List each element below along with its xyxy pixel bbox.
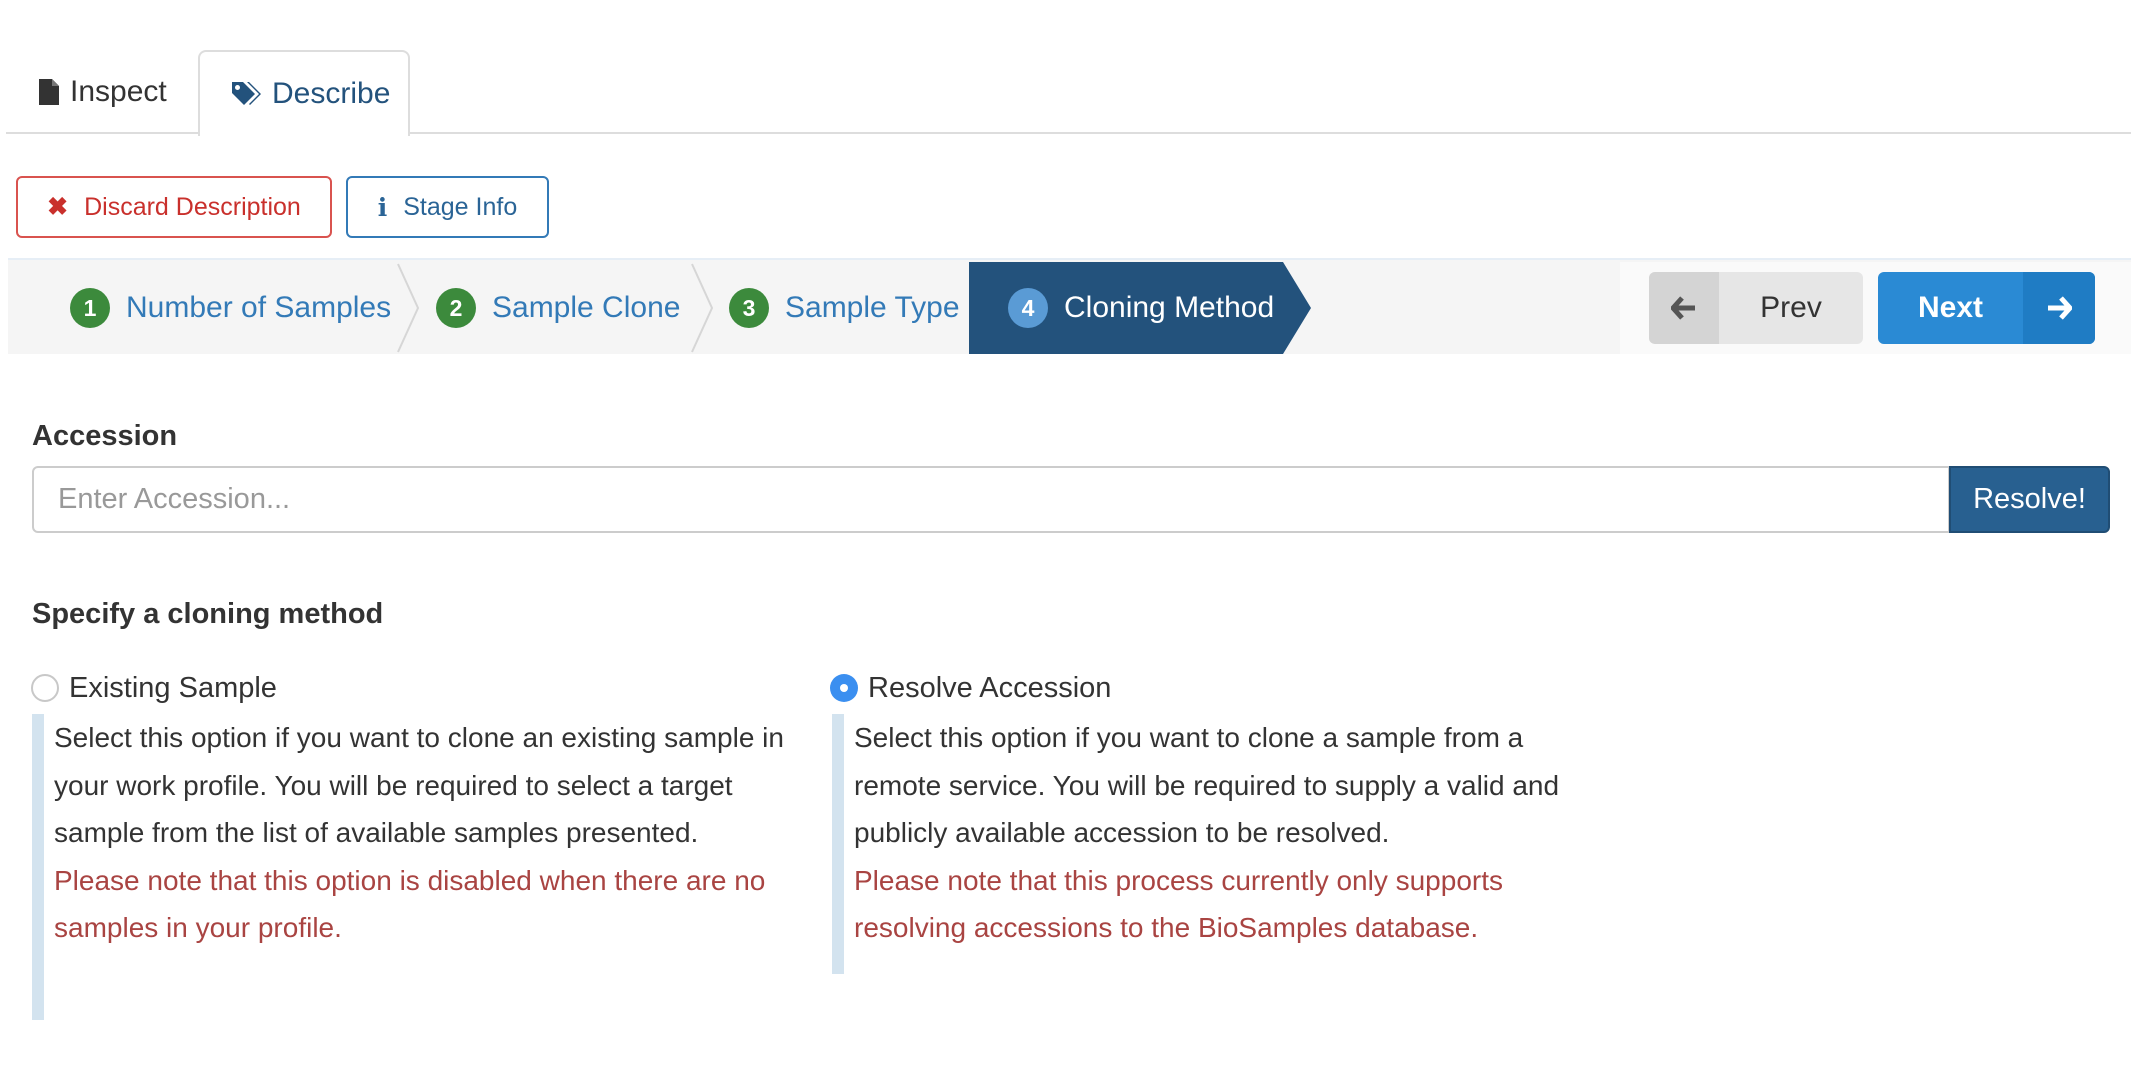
tab-inspect-label: Inspect <box>70 75 167 108</box>
description-text: Select this option if you want to clone … <box>854 722 1560 848</box>
tab-describe[interactable]: Describe <box>198 50 410 136</box>
description-text: Select this option if you want to clone … <box>54 722 784 848</box>
tags-icon <box>232 82 261 105</box>
tab-describe-label: Describe <box>272 77 391 110</box>
step-number-badge: 1 <box>70 288 110 328</box>
option-resolve-accession-description: Select this option if you want to clone … <box>832 714 1592 974</box>
discard-label: Discard Description <box>84 192 301 221</box>
accession-label: Accession <box>32 420 178 452</box>
radio-existing-sample[interactable] <box>31 674 59 702</box>
arrow-left-icon <box>1649 272 1719 344</box>
step-separator-icon <box>691 263 714 353</box>
warning-text: Please note that this option is disabled… <box>54 864 766 944</box>
arrow-right-icon <box>2023 272 2095 344</box>
step-label: Number of Samples <box>126 291 392 324</box>
accession-input[interactable] <box>32 466 1950 533</box>
prev-label: Prev <box>1760 291 1822 324</box>
warning-text: Please note that this process currently … <box>854 864 1504 944</box>
step-separator-icon <box>397 263 420 353</box>
stage-info-button[interactable]: i Stage Info <box>346 176 549 238</box>
wizard-step-cloning-method[interactable]: 4 Cloning Method <box>1008 262 1274 354</box>
step-number-badge: 2 <box>436 288 476 328</box>
option-resolve-accession[interactable]: Resolve Accession <box>830 668 1111 708</box>
resolve-button[interactable]: Resolve! <box>1949 466 2110 533</box>
cloning-method-heading: Specify a cloning method <box>32 598 384 630</box>
option-label: Resolve Accession <box>868 671 1112 704</box>
wizard-step-number-of-samples[interactable]: 1 Number of Samples <box>70 262 391 354</box>
file-icon <box>39 79 59 105</box>
close-icon: ✖ <box>47 193 69 221</box>
step-label: Sample Clone <box>492 291 681 324</box>
radio-resolve-accession[interactable] <box>830 674 858 702</box>
next-label: Next <box>1917 291 1984 324</box>
stage-info-label: Stage Info <box>403 192 518 221</box>
tab-inspect[interactable]: Inspect <box>6 50 198 134</box>
step-number-badge: 3 <box>729 288 769 328</box>
step-number-badge: 4 <box>1008 288 1048 328</box>
option-existing-sample[interactable]: Existing Sample <box>31 668 277 708</box>
step-label: Cloning Method <box>1064 291 1275 324</box>
discard-description-button[interactable]: ✖ Discard Description <box>16 176 332 238</box>
wizard-step-sample-type[interactable]: 3 Sample Type <box>729 262 960 354</box>
next-button[interactable]: Next <box>1878 272 2095 344</box>
option-existing-sample-description: Select this option if you want to clone … <box>32 714 792 1020</box>
prev-button[interactable]: Prev <box>1649 272 1863 344</box>
info-icon: i <box>377 192 388 222</box>
step-label: Sample Type <box>785 291 960 324</box>
wizard-step-sample-clone[interactable]: 2 Sample Clone <box>436 262 680 354</box>
option-label: Existing Sample <box>69 671 277 704</box>
